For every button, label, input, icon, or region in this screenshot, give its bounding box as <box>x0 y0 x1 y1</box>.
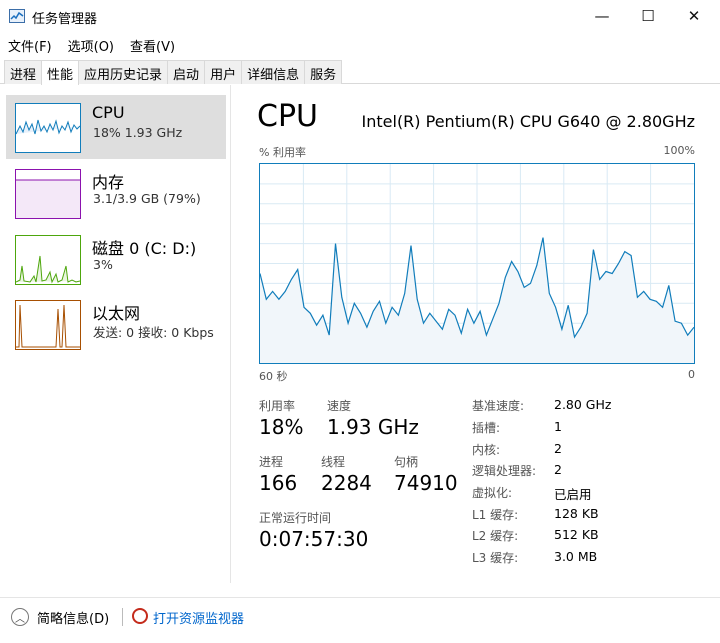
sidebar-item-disk[interactable]: 磁盘 0 (C: D:) 3% <box>6 227 226 291</box>
graph-label-utilization: % 利用率 <box>259 146 306 159</box>
tab-performance[interactable]: 性能 <box>41 60 80 85</box>
processes-value: 166 <box>259 471 298 495</box>
tab-details[interactable]: 详细信息 <box>241 60 306 84</box>
spec-label: L1 缓存: <box>472 508 519 522</box>
resource-list: CPU 18% 1.93 GHz 内存 3.1/3.9 GB (79%) 磁盘 … <box>0 85 231 583</box>
tab-bar: 进程 性能 应用历史记录 启动 用户 详细信息 服务 <box>0 60 720 85</box>
spec-value: 2.80 GHz <box>554 397 612 412</box>
cpu-graph-svg <box>259 164 695 363</box>
spec-label: 内核: <box>472 443 501 457</box>
spec-label: 逻辑处理器: <box>472 464 537 478</box>
spec-label: 虚拟化: <box>472 486 513 500</box>
utilization-value: 18% <box>259 415 304 439</box>
minimize-button[interactable]: — <box>579 0 625 32</box>
resource-monitor-icon[interactable] <box>132 608 148 624</box>
chevron-up-icon[interactable]: ︿ <box>11 608 29 626</box>
spec-value: 512 KB <box>554 527 599 542</box>
performance-detail: CPU Intel(R) Pentium(R) CPU G640 @ 2.80G… <box>232 85 720 583</box>
sidebar-item-title: CPU <box>92 103 125 122</box>
spec-value: 已启用 <box>554 487 592 502</box>
task-manager-icon <box>9 9 25 23</box>
spec-value: 2 <box>554 462 562 477</box>
sidebar-item-ethernet[interactable]: 以太网 发送: 0 接收: 0 Kbps <box>6 292 226 356</box>
uptime-label: 正常运行时间 <box>259 511 332 525</box>
speed-value: 1.93 GHz <box>327 415 419 439</box>
sidebar-item-subtitle: 3% <box>93 257 113 272</box>
tab-processes[interactable]: 进程 <box>4 60 43 84</box>
cpu-thumbnail <box>15 103 81 153</box>
tab-users[interactable]: 用户 <box>204 60 243 84</box>
spec-label: L2 缓存: <box>472 529 519 543</box>
spec-value: 1 <box>554 419 562 434</box>
menu-bar: 文件(F) 选项(O) 查看(V) <box>0 34 183 56</box>
menu-view[interactable]: 查看(V) <box>122 34 183 56</box>
utilization-label: 利用率 <box>259 399 296 413</box>
uptime-value: 0:07:57:30 <box>259 527 369 551</box>
fewer-details-link[interactable]: 简略信息(D) <box>37 608 109 627</box>
title-bar: 任务管理器 — ☐ ✕ <box>0 0 720 32</box>
threads-label: 线程 <box>321 455 346 469</box>
sidebar-item-title: 以太网 <box>92 304 141 323</box>
cpu-usage-graph <box>259 163 695 364</box>
ethernet-thumbnail <box>15 300 81 350</box>
spec-value: 2 <box>554 441 562 456</box>
sidebar-item-title: 磁盘 0 (C: D:) <box>92 239 197 258</box>
footer-divider <box>122 608 123 626</box>
spec-label: 基准速度: <box>472 399 525 413</box>
menu-options[interactable]: 选项(O) <box>60 34 122 56</box>
spec-label: 插槽: <box>472 421 501 435</box>
maximize-button[interactable]: ☐ <box>625 0 671 32</box>
tab-startup[interactable]: 启动 <box>167 60 206 84</box>
handles-label: 句柄 <box>394 455 419 469</box>
sidebar-item-memory[interactable]: 内存 3.1/3.9 GB (79%) <box>6 161 226 225</box>
memory-thumbnail <box>15 169 81 219</box>
graph-label-max: 100% <box>663 144 695 157</box>
close-button[interactable]: ✕ <box>671 0 717 32</box>
threads-value: 2284 <box>321 471 372 495</box>
graph-axis-end: 0 <box>688 368 695 381</box>
cpu-model-name: Intel(R) Pentium(R) CPU G640 @ 2.80GHz <box>361 112 695 131</box>
speed-label: 速度 <box>327 399 352 413</box>
spec-value: 128 KB <box>554 506 599 521</box>
page-title: CPU <box>257 99 318 134</box>
spec-label: L3 缓存: <box>472 551 519 565</box>
processes-label: 进程 <box>259 455 284 469</box>
graph-axis-start: 60 秒 <box>259 370 288 383</box>
tab-services[interactable]: 服务 <box>304 60 343 84</box>
footer-bar: ︿ 简略信息(D) 打开资源监视器 <box>0 597 720 637</box>
sidebar-item-subtitle: 18% 1.93 GHz <box>93 125 183 140</box>
sidebar-item-subtitle: 发送: 0 接收: 0 Kbps <box>93 325 214 340</box>
tab-app-history[interactable]: 应用历史记录 <box>78 60 169 84</box>
open-resource-monitor-link[interactable]: 打开资源监视器 <box>153 608 244 627</box>
sidebar-item-cpu[interactable]: CPU 18% 1.93 GHz <box>6 95 226 159</box>
handles-value: 74910 <box>394 471 458 495</box>
sidebar-item-subtitle: 3.1/3.9 GB (79%) <box>93 191 201 206</box>
window-title: 任务管理器 <box>32 12 98 27</box>
sidebar-item-title: 内存 <box>92 173 125 192</box>
spec-value: 3.0 MB <box>554 549 598 564</box>
menu-file[interactable]: 文件(F) <box>0 34 60 56</box>
disk-thumbnail <box>15 235 81 285</box>
